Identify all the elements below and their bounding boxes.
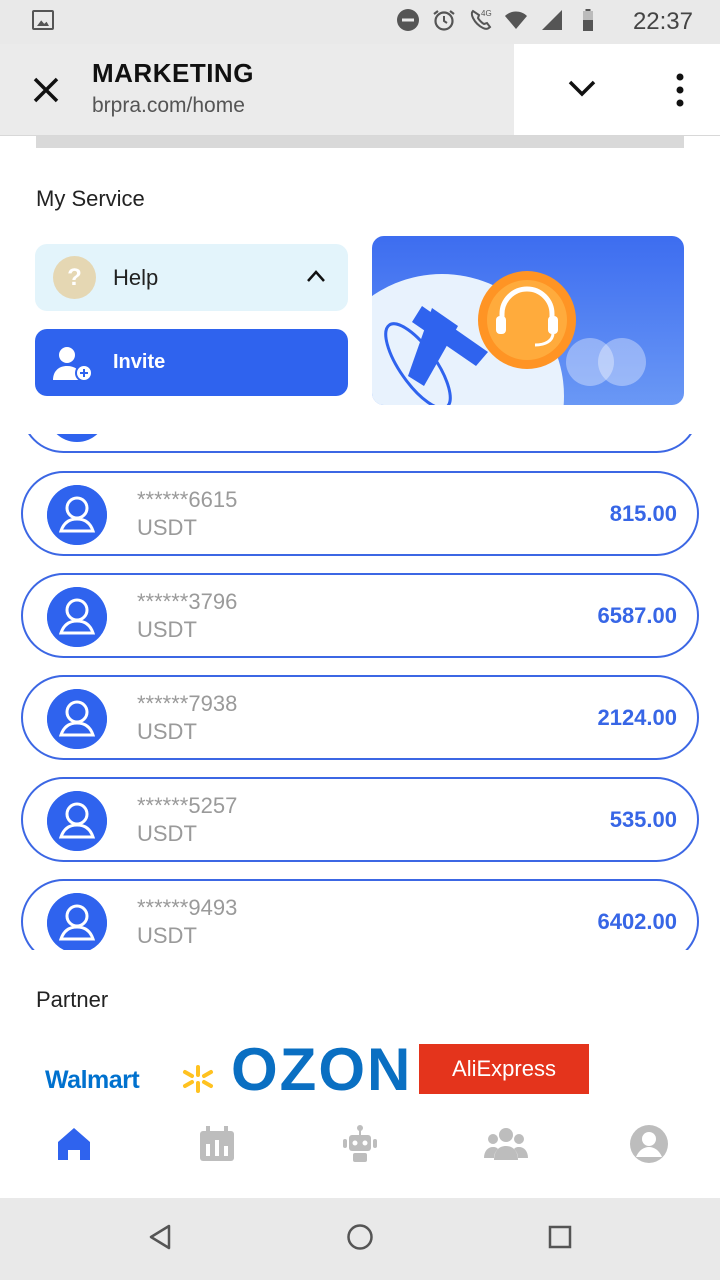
close-icon[interactable] xyxy=(28,72,64,108)
chevron-down-icon[interactable] xyxy=(564,74,600,104)
walmart-spark-icon xyxy=(183,1065,213,1093)
bottom-tab-bar xyxy=(0,1110,720,1198)
list-item xyxy=(21,434,699,453)
invite-button[interactable]: Invite xyxy=(35,329,348,396)
amount: 815.00 xyxy=(609,501,677,526)
list-item: ******5257 USDT 535.00 xyxy=(21,777,699,862)
currency-unit: USDT xyxy=(137,821,197,846)
top-divider xyxy=(36,136,684,148)
status-bar: 4G 22:37 xyxy=(0,0,720,44)
status-time: 22:37 xyxy=(632,8,693,35)
support-banner[interactable] xyxy=(372,236,684,405)
chevron-up-icon[interactable] xyxy=(306,269,326,283)
profile-icon[interactable] xyxy=(629,1124,669,1164)
customer-service-illustration xyxy=(372,271,646,405)
home-icon[interactable] xyxy=(54,1124,94,1164)
amount: 535.00 xyxy=(609,807,677,832)
service-heading: My Service xyxy=(36,186,145,211)
currency-unit: USDT xyxy=(137,617,197,642)
walmart-logo: Walmart xyxy=(45,1066,140,1094)
team-icon[interactable] xyxy=(484,1124,528,1164)
account-number: ******7938 xyxy=(137,691,238,716)
help-label: Help xyxy=(113,265,159,290)
user-avatar-icon xyxy=(47,434,107,442)
list-item: ******3796 USDT 6587.00 xyxy=(21,573,699,658)
currency-unit: USDT xyxy=(137,719,197,744)
wifi-call-icon: 4G xyxy=(470,9,492,30)
user-avatar-icon xyxy=(47,587,107,647)
recents-icon[interactable] xyxy=(545,1222,575,1252)
account-number: ******3796 xyxy=(137,589,238,614)
page-url: brpra.com/home xyxy=(92,94,245,117)
network-label: 4G xyxy=(481,9,492,18)
partner-logos: Walmart OZON AliExpress xyxy=(45,1040,605,1094)
currency-unit: USDT xyxy=(137,923,197,948)
help-dropdown[interactable]: ? Help xyxy=(35,244,348,311)
amount: 2124.00 xyxy=(597,705,677,730)
page-title: MARKETING xyxy=(92,58,254,88)
question-icon: ? xyxy=(53,256,96,299)
status-icons: 4G xyxy=(396,8,600,32)
amount: 6402.00 xyxy=(597,909,677,934)
user-avatar-icon xyxy=(47,791,107,851)
home-nav-icon[interactable] xyxy=(345,1222,375,1252)
partner-heading: Partner xyxy=(36,987,109,1012)
user-avatar-icon xyxy=(47,689,107,749)
invite-label: Invite xyxy=(113,351,166,373)
robot-icon[interactable] xyxy=(340,1124,380,1164)
list-item: ******7938 USDT 2124.00 xyxy=(21,675,699,760)
account-number: ******6615 xyxy=(137,487,238,512)
amount: 6587.00 xyxy=(597,603,677,628)
alarm-icon xyxy=(433,10,455,31)
list-item: ******9493 USDT 6402.00 xyxy=(21,879,699,950)
aliexpress-logo: AliExpress xyxy=(419,1044,589,1094)
user-avatar-icon xyxy=(47,893,107,950)
records-list[interactable]: ******6615 USDT 815.00 ******3796 USDT 6… xyxy=(0,434,720,950)
more-vert-icon[interactable] xyxy=(670,72,690,108)
list-item: ******6615 USDT 815.00 xyxy=(21,471,699,556)
back-icon[interactable] xyxy=(145,1222,175,1252)
battery-icon xyxy=(583,9,593,31)
system-nav-bar xyxy=(0,1198,720,1280)
add-user-icon xyxy=(53,347,93,382)
do-not-disturb-icon xyxy=(397,9,419,31)
calendar-icon[interactable] xyxy=(197,1124,237,1164)
ozon-logo: OZON xyxy=(231,1040,413,1094)
browser-header: MARKETING brpra.com/home xyxy=(0,44,720,136)
account-number: ******9493 xyxy=(137,895,238,920)
gallery-icon xyxy=(32,10,54,30)
wifi-icon xyxy=(505,11,527,29)
user-avatar-icon xyxy=(47,485,107,545)
signal-icon xyxy=(542,10,562,30)
account-number: ******5257 xyxy=(137,793,238,818)
currency-unit: USDT xyxy=(137,515,197,540)
